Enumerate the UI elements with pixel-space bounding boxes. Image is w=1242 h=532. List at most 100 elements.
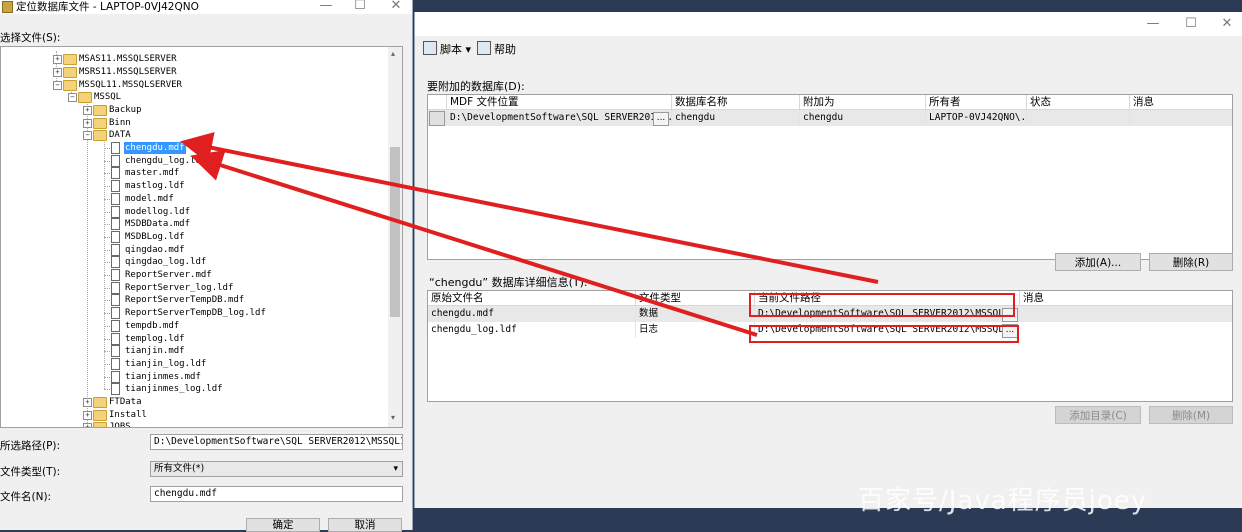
tree-node-label: MSDBData.mdf — [125, 219, 191, 230]
chevron-down-icon: ▾ — [393, 464, 398, 474]
add-button[interactable]: 添加(A)... — [1055, 253, 1141, 271]
help-button[interactable]: 帮助 — [477, 41, 516, 57]
file-icon — [111, 307, 120, 320]
folder-icon — [93, 397, 107, 408]
col-attach-as[interactable]: 附加为 — [799, 95, 925, 109]
owner-cell[interactable]: LAPTOP-0VJ42QNO\... — [925, 110, 1026, 126]
dialog-app-icon — [2, 1, 13, 13]
minimize-icon[interactable]: — — [316, 0, 336, 14]
attach-databases-window: — ☐ ✕ 脚本 ▾ 帮助 要附加的数据库(D): MDF 文件位置 数据库名称… — [414, 12, 1242, 508]
remove-button[interactable]: 删除(R) — [1149, 253, 1233, 271]
row-selector[interactable] — [429, 111, 445, 126]
maximize-icon[interactable]: ☐ — [1181, 16, 1201, 32]
tree-line — [104, 236, 110, 238]
col-db-name[interactable]: 数据库名称 — [671, 95, 799, 109]
tree-node-label: MSRS11.MSSQLSERVER — [79, 67, 177, 77]
tree-node-label: Backup — [109, 105, 142, 115]
tree-line — [104, 376, 110, 378]
folder-icon — [93, 105, 107, 116]
folder-icon — [93, 130, 107, 142]
folder-icon — [93, 409, 107, 421]
expand-icon[interactable]: + — [83, 398, 92, 407]
tree-line — [104, 287, 110, 289]
databases-label: 要附加的数据库(D): — [427, 80, 525, 93]
detail-file-cell: chengdu.mdf — [431, 308, 494, 319]
collapse-icon[interactable]: − — [83, 131, 92, 141]
tree-line — [104, 300, 110, 302]
file-icon — [111, 167, 120, 180]
scroll-down-icon[interactable]: ▾ — [391, 413, 395, 422]
minimize-icon[interactable]: — — [1143, 16, 1163, 32]
col-message[interactable]: 消息 — [1129, 95, 1231, 109]
file-icon — [111, 154, 120, 167]
collapse-icon[interactable]: − — [53, 81, 62, 90]
locate-titlebar: 定位数据库文件 - LAPTOP-0VJ42QNO — ☐ ✕ — [0, 0, 412, 14]
tree-node-label: tianjinmes_log.ldf — [125, 384, 223, 395]
attach-as-cell[interactable]: chengdu — [799, 110, 925, 126]
tree-line — [104, 351, 110, 353]
collapse-icon[interactable]: − — [68, 93, 77, 102]
tree-node-label: model.mdf — [125, 193, 174, 204]
file-tree[interactable]: + MSAS11.MSSQLSERVER + MSRS11.MSSQLSERVE… — [0, 46, 403, 428]
file-type-select[interactable]: 所有文件(*) ▾ — [150, 461, 403, 477]
maximize-icon[interactable]: ☐ — [350, 0, 370, 14]
tree-line — [104, 389, 110, 391]
file-icon — [111, 294, 120, 307]
tree-line — [104, 186, 110, 188]
tree-node-label: tempdb.mdf — [125, 320, 180, 331]
tree-scrollbar[interactable]: ▴ ▾ — [388, 47, 402, 427]
help-label: 帮助 — [494, 43, 516, 56]
detail-file-cell: chengdu_log.ldf — [431, 324, 517, 335]
selected-path-field[interactable]: D:\DevelopmentSoftware\SQL SERVER2012\MS… — [150, 434, 403, 450]
tree-node-label: MSAS11.MSSQLSERVER — [79, 54, 177, 64]
add-catalog-button[interactable]: 添加目录(C) — [1055, 406, 1141, 424]
col-detail-message[interactable]: 消息 — [1019, 291, 1231, 305]
folder-icon — [63, 54, 77, 65]
file-icon — [111, 192, 120, 205]
tree-node-label: MSDBLog.ldf — [125, 231, 185, 242]
mdf-browse-button[interactable]: ... — [653, 112, 669, 126]
tree-line — [104, 198, 110, 200]
tree-node-label: tianjinmes.mdf — [125, 371, 201, 382]
tree-node-label: JOBS — [109, 422, 131, 428]
help-icon — [477, 41, 491, 55]
script-label: 脚本 — [440, 43, 462, 56]
col-owner[interactable]: 所有者 — [925, 95, 1026, 109]
expand-icon[interactable]: + — [83, 106, 92, 115]
tree-node-label: ReportServerTempDB_log.ldf — [125, 308, 266, 319]
close-icon[interactable]: ✕ — [1217, 16, 1237, 32]
highlight-box — [749, 325, 1019, 343]
mdf-location-cell: D:\DevelopmentSoftware\SQL SERVER2012... — [446, 110, 671, 126]
expand-icon[interactable]: + — [83, 118, 92, 128]
col-file-type[interactable]: 文件类型 — [635, 291, 754, 305]
remove-detail-button[interactable]: 删除(M) — [1149, 406, 1233, 424]
expand-icon[interactable]: + — [53, 55, 62, 64]
tree-node-label: MSSQL — [94, 92, 122, 102]
col-mdf-location[interactable]: MDF 文件位置 — [446, 95, 671, 109]
scroll-up-icon[interactable]: ▴ — [391, 49, 395, 58]
file-icon — [111, 319, 120, 332]
tree-node-label: master.mdf — [125, 168, 180, 179]
folder-icon — [93, 422, 107, 427]
tree-node-label: Binn — [109, 117, 131, 128]
file-icon — [111, 345, 120, 358]
database-row[interactable]: D:\DevelopmentSoftware\SQL SERVER2012...… — [428, 110, 1232, 126]
tree-node-label: DATA — [109, 130, 131, 141]
folder-icon — [93, 117, 107, 129]
file-icon — [111, 269, 120, 281]
selected-path-label: 所选路径(P): — [0, 440, 61, 452]
file-type-value: 所有文件(*) — [154, 463, 205, 474]
close-icon[interactable]: ✕ — [386, 0, 406, 14]
col-status[interactable]: 状态 — [1026, 95, 1129, 109]
expand-icon[interactable]: + — [83, 410, 92, 420]
scroll-thumb[interactable] — [390, 147, 400, 317]
expand-icon[interactable]: + — [83, 423, 92, 427]
col-original-file[interactable]: 原始文件名 — [428, 291, 635, 305]
databases-grid-header: MDF 文件位置 数据库名称 附加为 所有者 状态 消息 — [428, 95, 1232, 110]
tree-line — [104, 338, 110, 340]
file-icon — [111, 357, 120, 370]
script-button[interactable]: 脚本 ▾ — [423, 41, 471, 57]
file-type-label: 文件类型(T): — [0, 466, 61, 478]
file-name-input[interactable]: chengdu.mdf — [150, 486, 403, 502]
expand-icon[interactable]: + — [53, 68, 62, 77]
